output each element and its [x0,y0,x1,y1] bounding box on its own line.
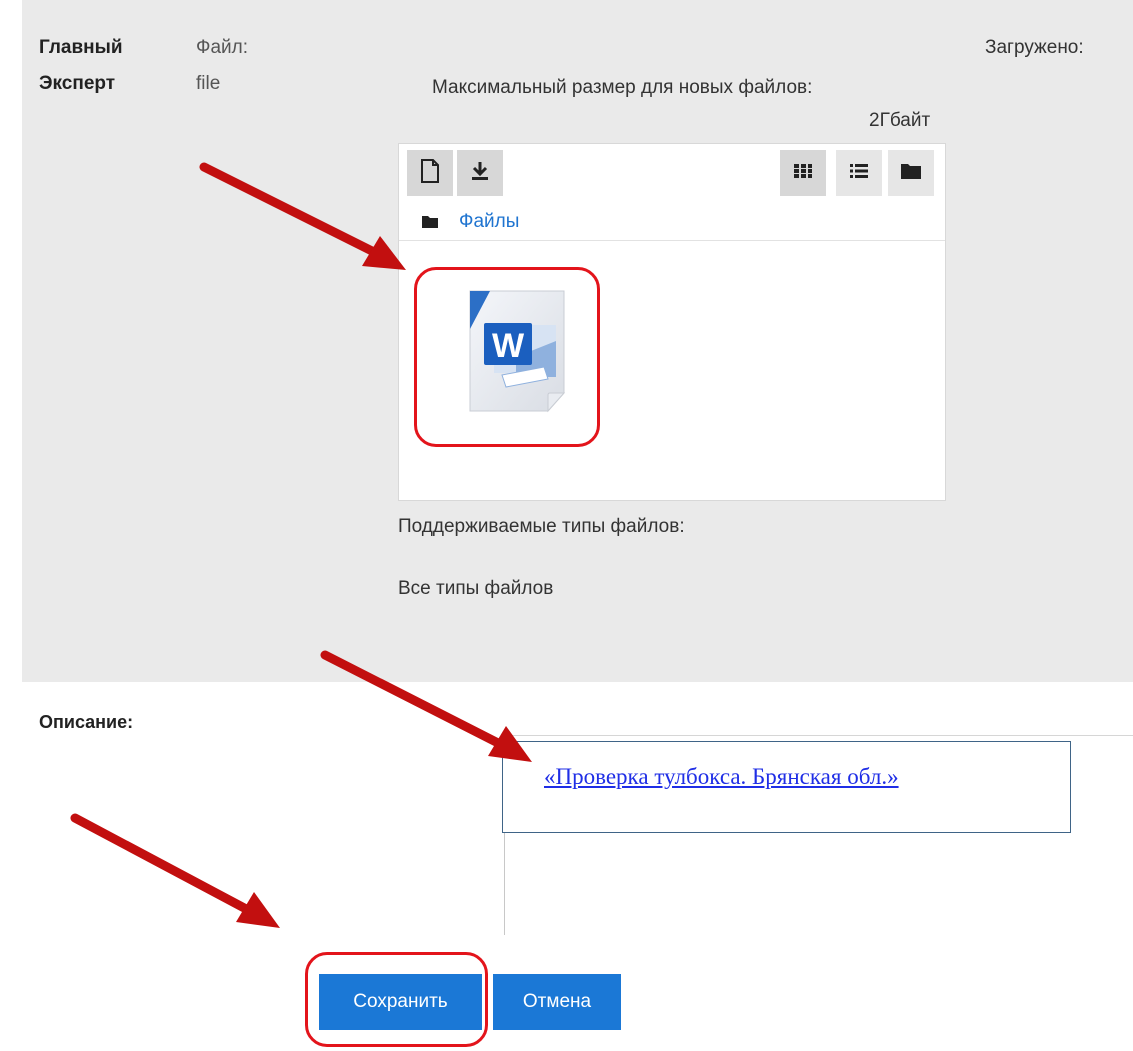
file-highlight-outline [414,267,600,447]
field-name-line1: Главный [39,37,123,58]
toolbox-link[interactable]: «Проверка тулбокса. Брянская обл.» [544,764,899,790]
folder-view-icon [900,162,922,185]
description-label: Описание: [39,712,134,732]
editor-top-border [502,735,1133,736]
filepicker-toolbar [405,144,939,200]
supported-types-label: Поддерживаемые типы файлов: [398,516,685,537]
supported-types-value: Все типы файлов [398,578,554,599]
new-file-button[interactable] [407,150,453,196]
max-size-value: 2Гбайт [869,110,931,131]
new-file-icon [420,158,440,188]
arrow-to-save [70,813,280,928]
uploaded-label: Загружено: [985,37,1084,58]
max-size-label: Максимальный размер для новых файлов: [432,77,813,98]
field-name-line2: Эксперт [39,73,116,94]
list-view-button[interactable] [836,150,882,196]
grid-view-icon [793,163,813,184]
folder-view-button[interactable] [888,150,934,196]
folder-icon [421,215,439,234]
cancel-button[interactable]: Отмена [493,974,621,1030]
description-textbox[interactable]: «Проверка тулбокса. Брянская обл.» [502,741,1071,833]
path-folder-link[interactable]: Файлы [459,211,519,233]
filepicker-path: Файлы [399,204,945,241]
list-view-icon [849,163,869,184]
save-highlight-outline [305,952,488,1047]
file-value: file [196,73,221,94]
grid-view-button[interactable] [780,150,826,196]
file-label: Файл: [196,37,248,58]
download-icon [470,160,490,187]
download-button[interactable] [457,150,503,196]
